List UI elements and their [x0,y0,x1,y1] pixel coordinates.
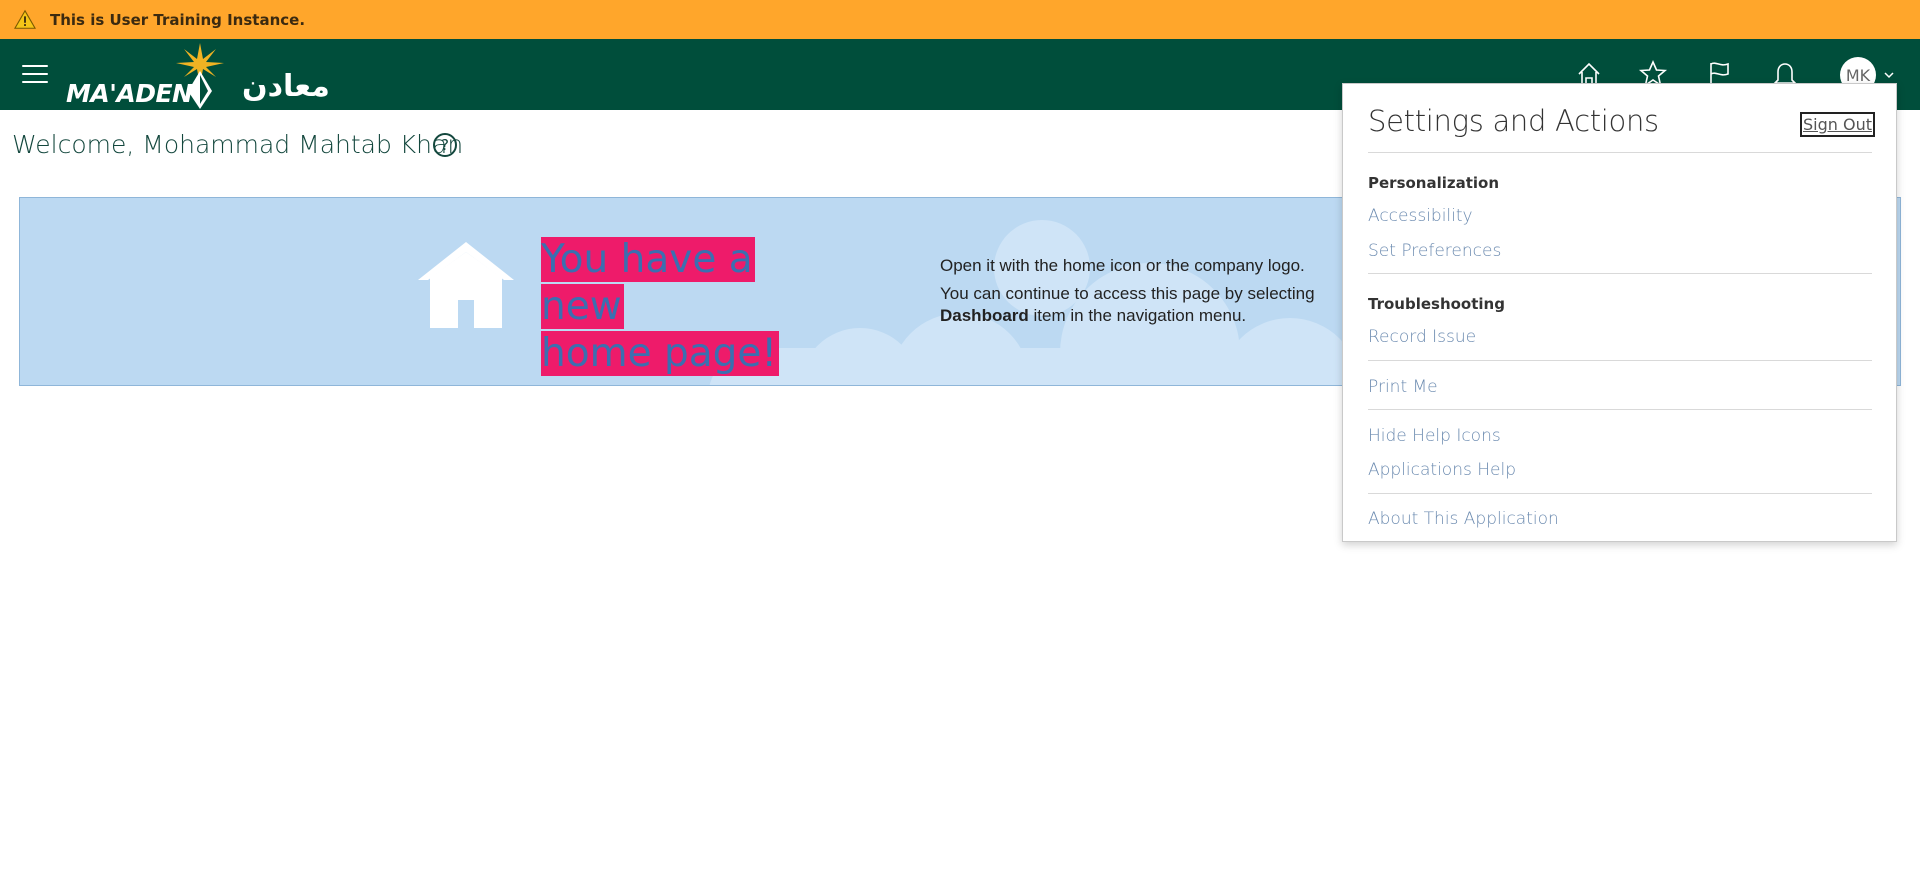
house-icon [418,242,514,328]
help-icon[interactable]: ? [433,133,457,157]
promo-desc-line2: You can continue to access this page by … [940,284,1315,303]
company-logo[interactable]: MA'ADEN معادن [64,39,334,110]
promo-desc-line3-rest: item in the navigation menu. [1028,306,1247,325]
logo-arabic-text: معادن [242,69,330,104]
chevron-down-icon[interactable] [1883,69,1895,81]
promo-headline-line1: You have a new [541,237,755,329]
hide-help-icons-link[interactable]: Hide Help Icons [1368,426,1501,446]
training-banner-text: This is User Training Instance. [50,10,306,29]
warning-icon [14,9,36,29]
promo-desc-bold: Dashboard [940,306,1029,325]
promo-desc-line1: Open it with the home icon or the compan… [940,256,1305,275]
accessibility-link[interactable]: Accessibility [1368,206,1473,226]
welcome-heading: Welcome, Mohammad Mahtab Khan [12,130,464,159]
promo-description: Open it with the home icon or the compan… [940,255,1370,327]
record-issue-link[interactable]: Record Issue [1368,327,1476,347]
popup-title: Settings and Actions [1368,104,1659,138]
print-me-link[interactable]: Print Me [1368,377,1438,397]
divider [1368,493,1872,494]
training-instance-banner: This is User Training Instance. [0,0,1920,39]
divider [1368,273,1872,274]
settings-and-actions-menu: Settings and Actions Sign Out Personaliz… [1342,83,1897,542]
divider [1368,360,1872,361]
troubleshooting-label: Troubleshooting [1368,295,1505,313]
sign-out-link[interactable]: Sign Out [1800,112,1875,137]
logo-latin-text: MA'ADEN [66,79,193,108]
about-application-link[interactable]: About This Application [1368,509,1559,529]
applications-help-link[interactable]: Applications Help [1368,460,1516,480]
divider [1368,152,1872,153]
promo-desc-line3: Dashboard item in the navigation menu. [940,305,1370,327]
divider [1368,409,1872,410]
personalization-label: Personalization [1368,174,1500,192]
menu-icon[interactable] [22,65,48,85]
promo-headline: You have a new home page! [541,236,841,377]
set-preferences-link[interactable]: Set Preferences [1368,241,1501,261]
promo-headline-line2: home page! [541,331,779,376]
